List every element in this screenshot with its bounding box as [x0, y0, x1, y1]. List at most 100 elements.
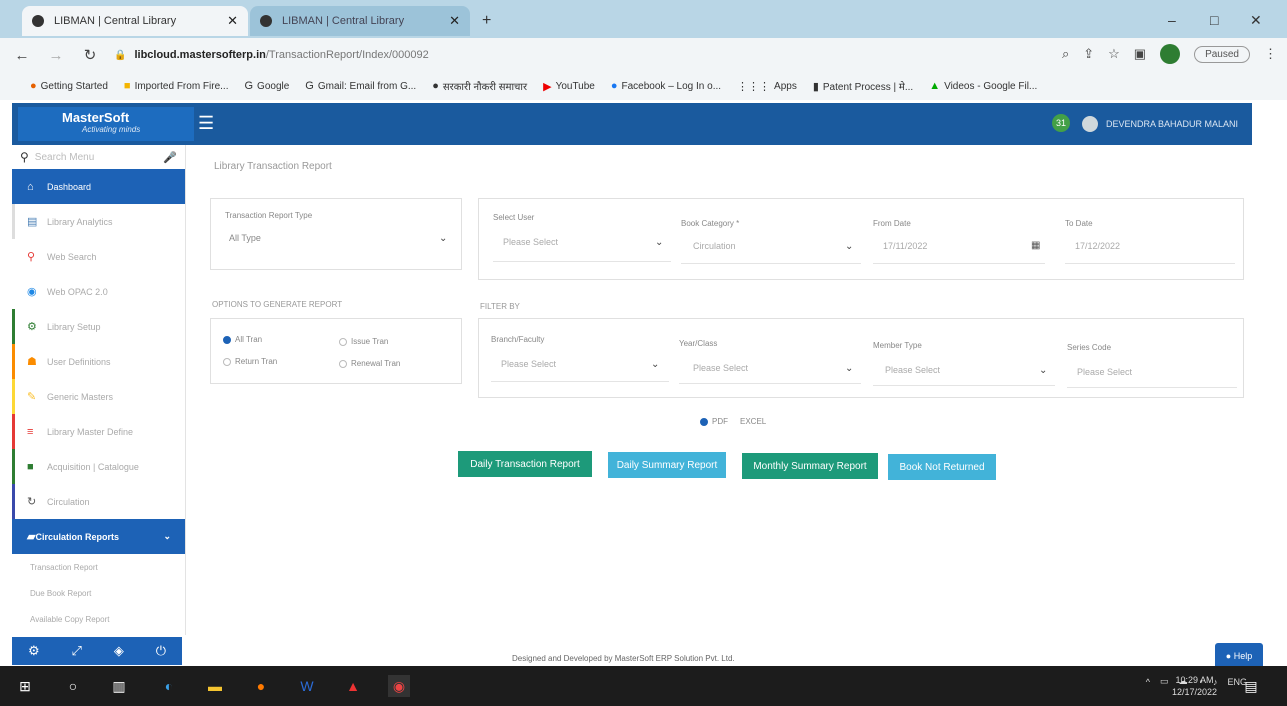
tab-title: LIBMAN | Central Library: [282, 15, 405, 27]
radio-return-tran[interactable]: Return Tran: [223, 357, 277, 366]
firefox-icon[interactable]: ●: [250, 675, 272, 697]
bookmark-item[interactable]: ▮ Patent Process | मे...: [813, 79, 913, 94]
forward-icon[interactable]: →: [44, 47, 68, 64]
sidebar-subitem-transaction-report[interactable]: Transaction Report: [12, 554, 185, 580]
windows-start-icon[interactable]: ⊞: [14, 675, 36, 697]
app-logo[interactable]: MasterSoft Activating minds: [18, 107, 194, 141]
power-icon[interactable]: ⏻: [156, 643, 166, 659]
task-view-icon[interactable]: ▥: [108, 675, 130, 697]
daily-summary-report-button[interactable]: Daily Summary Report: [608, 452, 726, 478]
close-tab-icon[interactable]: ✕: [227, 13, 238, 29]
url-field[interactable]: 🔒 libcloud.mastersofterp.in /Transaction…: [114, 42, 1114, 68]
share-icon[interactable]: ⇪: [1083, 46, 1094, 62]
calendar-icon[interactable]: ▦: [1031, 240, 1040, 251]
youtube-icon: ▶: [543, 80, 552, 93]
member-type-select[interactable]: Please Select: [885, 365, 940, 375]
sidebar-search-input[interactable]: Search Menu: [35, 152, 164, 163]
pencil-icon: ✎: [27, 391, 37, 403]
profile-avatar[interactable]: [1160, 44, 1181, 64]
sidebar-item-web-search[interactable]: ⚲ Web Search: [12, 239, 185, 274]
close-window-icon[interactable]: ✕: [1250, 12, 1262, 29]
bookmark-item[interactable]: ● Getting Started: [30, 80, 108, 92]
maximize-icon[interactable]: □: [1210, 12, 1218, 28]
sidebar-item-generic-masters[interactable]: ✎ Generic Masters: [12, 379, 185, 414]
transaction-type-select[interactable]: All Type: [229, 233, 261, 243]
sidebar-item-circulation-reports[interactable]: ▰Circulation Reports ⌄: [12, 519, 185, 554]
file-explorer-icon[interactable]: ▬: [204, 675, 226, 697]
eye-icon[interactable]: ◈: [114, 643, 124, 659]
chrome-icon[interactable]: ◉: [388, 675, 410, 697]
sidepanel-icon[interactable]: ▣: [1134, 46, 1146, 62]
book-category-select[interactable]: Circulation: [693, 241, 736, 251]
book-not-returned-button[interactable]: Book Not Returned: [888, 454, 996, 480]
menu-dots-icon[interactable]: ⋮: [1264, 46, 1277, 62]
radio-renewal-tran[interactable]: Renewal Tran: [339, 359, 400, 368]
notification-center-icon[interactable]: ▤: [1240, 675, 1262, 697]
sidebar-item-analytics[interactable]: ▤ Library Analytics: [12, 204, 185, 239]
reload-icon[interactable]: ↻: [78, 46, 102, 64]
filter-card-top: Select User Please Select ⌄ Book Categor…: [478, 198, 1244, 280]
year-class-select[interactable]: Please Select: [693, 363, 748, 373]
daily-transaction-report-button[interactable]: Daily Transaction Report: [458, 451, 592, 477]
chevron-down-icon: ⌄: [845, 241, 854, 252]
sidebar-item-web-opac[interactable]: ◉ Web OPAC 2.0: [12, 274, 185, 309]
sidebar-item-acquisition[interactable]: ■ Acquisition | Catalogue: [12, 449, 185, 484]
settings-icon[interactable]: ⚙: [28, 643, 40, 659]
notification-badge[interactable]: 31: [1052, 114, 1070, 132]
radio-excel[interactable]: EXCEL: [740, 417, 766, 426]
acrobat-icon[interactable]: ▲: [342, 675, 364, 697]
app-header: MasterSoft Activating minds ☰ 31 DEVENDR…: [12, 103, 1252, 145]
radio-issue-tran[interactable]: Issue Tran: [339, 337, 388, 346]
radio-pdf[interactable]: PDF: [700, 417, 728, 426]
browser-tab-inactive[interactable]: LIBMAN | Central Library ✕: [250, 6, 470, 36]
browser-tab-active[interactable]: LIBMAN | Central Library ✕: [22, 6, 248, 36]
sidebar-item-dashboard[interactable]: ⌂ Dashboard: [12, 169, 185, 204]
to-date-input[interactable]: 17/12/2022: [1075, 241, 1120, 251]
new-tab-icon[interactable]: +: [482, 12, 491, 30]
series-code-select[interactable]: Please Select: [1077, 367, 1132, 377]
radio-dot: [339, 359, 347, 368]
select-user-select[interactable]: Please Select: [503, 237, 558, 247]
back-icon[interactable]: ←: [10, 47, 34, 64]
radio-all-tran[interactable]: All Tran: [223, 335, 262, 344]
sidebar-subitem-available-copy-report[interactable]: Available Copy Report: [12, 606, 185, 632]
sidebar-item-library-setup[interactable]: ⚙ Library Setup: [12, 309, 185, 344]
bookmark-item[interactable]: G Google: [244, 80, 289, 92]
bookmark-item[interactable]: ▶ YouTube: [543, 80, 595, 93]
battery-icon[interactable]: ▭: [1160, 676, 1169, 687]
bookmark-item[interactable]: ⋮⋮⋮ Apps: [737, 80, 797, 93]
zoom-icon[interactable]: ⌕: [1062, 46, 1069, 62]
list-icon: ≡: [27, 425, 34, 438]
sidebar-search[interactable]: ⚲ Search Menu 🎤: [12, 145, 185, 169]
close-tab-icon[interactable]: ✕: [449, 13, 460, 29]
minimize-icon[interactable]: –: [1168, 12, 1176, 28]
bookmark-item[interactable]: ■ Imported From Fire...: [124, 80, 229, 92]
paused-badge[interactable]: Paused: [1194, 45, 1250, 63]
sidebar-item-circulation[interactable]: ↻ Circulation: [12, 484, 185, 519]
user-menu[interactable]: DEVENDRA BAHADUR MALANI: [1082, 116, 1238, 132]
sidebar-item-user-definitions[interactable]: ☗ User Definitions: [12, 344, 185, 379]
edge-icon[interactable]: ◐: [158, 675, 180, 697]
search-icon[interactable]: ○: [62, 675, 84, 697]
users-icon: ☗: [27, 356, 37, 368]
bookmark-item[interactable]: ▲ Videos - Google Fil...: [929, 80, 1037, 92]
monthly-summary-report-button[interactable]: Monthly Summary Report: [742, 453, 878, 479]
sidebar-subitem-due-book-report[interactable]: Due Book Report: [12, 580, 185, 606]
fullscreen-icon[interactable]: ⤢: [72, 643, 82, 659]
bookmark-item[interactable]: ● सरकारी नौकरी समाचार: [432, 79, 527, 93]
refresh-icon: ↻: [27, 496, 37, 508]
sidebar-item-master-define[interactable]: ≡ Library Master Define: [12, 414, 185, 449]
bookmark-item[interactable]: ● Facebook – Log In o...: [611, 80, 721, 92]
from-date-input[interactable]: 17/11/2022: [883, 241, 927, 251]
word-icon[interactable]: W: [296, 675, 318, 697]
page-title: Library Transaction Report: [214, 161, 332, 172]
star-icon[interactable]: ☆: [1108, 46, 1120, 62]
branch-select[interactable]: Please Select: [501, 359, 556, 369]
microphone-icon[interactable]: 🎤: [163, 151, 177, 164]
hamburger-menu-icon[interactable]: ☰: [198, 113, 214, 134]
bookmark-item[interactable]: G Gmail: Email from G...: [305, 80, 416, 92]
taskbar-clock[interactable]: 10:29 AM 12/17/2022: [1172, 674, 1217, 698]
chevron-up-icon[interactable]: ^: [1146, 677, 1150, 687]
tab-title: LIBMAN | Central Library: [54, 15, 177, 27]
footer-credit: Designed and Developed by MasterSoft ERP…: [512, 654, 735, 663]
